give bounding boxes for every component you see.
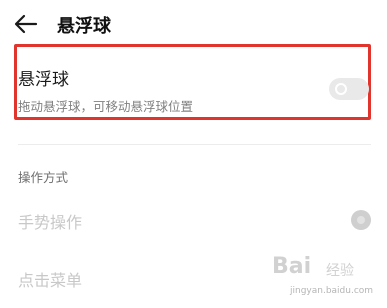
floating-ball-toggle[interactable]: [329, 78, 369, 100]
gesture-operation-radio[interactable]: [351, 210, 371, 230]
floating-ball-setting-title: 悬浮球: [18, 70, 69, 90]
page-title: 悬浮球: [57, 16, 111, 37]
back-button[interactable]: [12, 10, 40, 38]
top-bar: 悬浮球: [0, 0, 387, 48]
baidu-jingyan-watermark: Bai 经验 jingyan.baidu.com: [268, 252, 384, 306]
arrow-left-icon: [14, 14, 38, 34]
toggle-knob: [335, 83, 347, 95]
floating-ball-setting-description: 拖动悬浮球，可移动悬浮球位置: [18, 99, 194, 114]
option-tap-menu[interactable]: 点击菜单: [18, 267, 82, 291]
divider: [18, 144, 371, 145]
option-gesture-operation[interactable]: 手势操作: [18, 209, 82, 233]
radio-selected-dot: [357, 216, 365, 224]
operation-section-header: 操作方式: [18, 170, 69, 185]
watermark-brand: Bai: [272, 254, 312, 279]
watermark-brand-tail: 经验: [326, 263, 354, 279]
watermark-url: jingyan.baidu.com: [290, 286, 374, 296]
